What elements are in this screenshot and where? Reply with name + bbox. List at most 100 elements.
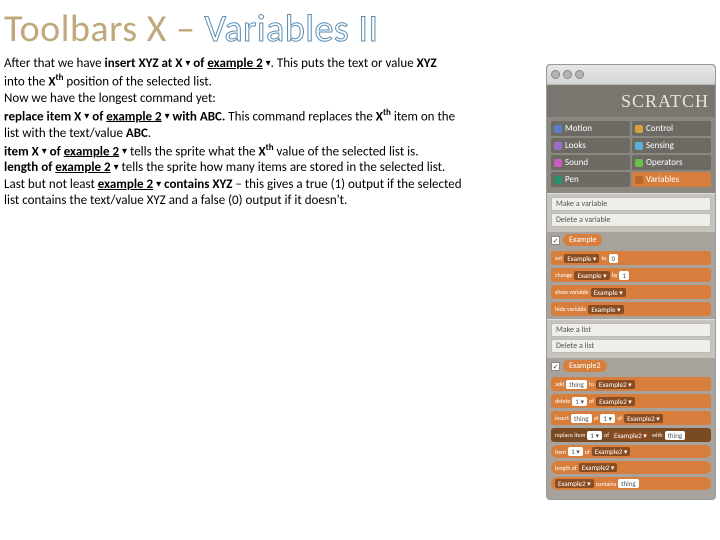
t: example 2 [55,160,110,175]
control-icon [635,125,643,133]
looks-icon [554,142,562,150]
t: example 2 [207,56,262,71]
t: After that we have [4,56,105,71]
t: item on the [391,109,455,124]
block-item[interactable]: item1 ▾ofExample2 ▾ [551,445,711,458]
t: XYZ [417,56,437,71]
block-replace[interactable]: replace item1 ▾ofExample2 ▾withthing [551,428,711,442]
line-1: After that we have insert XYZ at X ▾ of … [4,56,540,72]
title-plain: Toolbars X – [4,6,205,52]
t: of [190,56,207,71]
t: th [266,142,274,153]
block-hide[interactable]: hide variableExample ▾ [551,302,711,316]
window-dot-icon [563,70,572,79]
t: Operators [646,157,683,168]
t: Control [646,123,673,134]
line-3: Now we have the longest command yet: [4,91,540,107]
block-set[interactable]: setExample ▾to0 [551,251,711,265]
t: value of the selected list is. [274,144,419,159]
line-5: list with the text/value ABC. [4,126,540,142]
block-delete[interactable]: delete1 ▾ofExample2 ▾ [551,394,711,408]
t: X [258,144,265,159]
delete-variable-button[interactable]: Delete a variable [551,213,711,227]
t: example 2 [98,177,153,192]
list-blocks: addthingtoExample2 ▾ delete1 ▾ofExample2… [547,374,715,493]
operators-icon [635,159,643,167]
var-checkline: Example [547,232,715,248]
t: into the [4,75,48,90]
dropdown-icon: ▾ [156,178,161,191]
block-contains[interactable]: Example2 ▾containsthing [551,477,711,490]
line-7: length of example 2 ▾ tells the sprite h… [4,160,540,176]
pen-icon [554,176,562,184]
t: replace item X [4,109,84,124]
t: list with the text/value [4,126,126,141]
t: . This puts the text or value [271,56,417,71]
line-6: item X ▾ of example 2 ▾ tells the sprite… [4,142,540,161]
dropdown-icon: ▾ [165,110,170,123]
cat-motion[interactable]: Motion [551,121,630,136]
t: Looks [565,140,586,151]
cat-operators[interactable]: Operators [632,155,711,170]
t: Last but not least [4,177,98,192]
variable-reporter[interactable]: Example [563,234,602,246]
t: length of [4,160,55,175]
block-change[interactable]: changeExample ▾by1 [551,268,711,282]
t: th [383,107,391,118]
cat-looks[interactable]: Looks [551,138,630,153]
brand-bar: SCRATCH [547,85,715,117]
sensing-icon [635,142,643,150]
t: example 2 [106,109,161,124]
var-blocks: setExample ▾to0 changeExample ▾by1 show … [547,248,715,319]
brand-label: SCRATCH [621,91,709,112]
line-8: Last but not least example 2 ▾ contains … [4,177,540,193]
t: insert XYZ at X [105,56,186,71]
cat-pen[interactable]: Pen [551,172,630,187]
t: position of the selected list. [63,75,211,90]
block-add[interactable]: addthingtoExample2 ▾ [551,377,711,391]
scratch-sidebar: SCRATCH Motion Control Looks Sensing Sou… [546,64,716,500]
list-checkline: Example2 [547,358,715,374]
dropdown-icon: ▾ [185,57,190,70]
t: Pen [565,174,579,185]
sound-icon [554,159,562,167]
var-buttons: Make a variable Delete a variable [547,193,715,232]
cat-control[interactable]: Control [632,121,711,136]
dropdown-icon: ▾ [266,57,271,70]
block-insert[interactable]: insertthingat1 ▾ofExample2 ▾ [551,411,711,425]
line-4: replace item X ▾ of example 2 ▾ with ABC… [4,107,540,126]
t: tells the sprite what the [127,144,258,159]
list-buttons: Make a list Delete a list [547,319,715,358]
list-reporter[interactable]: Example2 [563,360,607,372]
block-show[interactable]: show variableExample ▾ [551,285,711,299]
title-outline: Variables II [205,6,379,52]
dropdown-icon: ▾ [122,145,127,158]
dropdown-icon: ▾ [42,145,47,158]
line-2: into the Xth position of the selected li… [4,72,540,91]
cat-sensing[interactable]: Sensing [632,138,711,153]
t: of [47,144,64,159]
t: example 2 [64,144,119,159]
window-header [547,65,715,85]
t: contains XYZ [161,177,232,192]
page-title: Toolbars X – Variables II [0,0,720,56]
t: item X [4,144,42,159]
t: ABC [126,126,148,141]
make-list-button[interactable]: Make a list [551,323,711,337]
cat-variables[interactable]: Variables [632,172,711,187]
window-dot-icon [551,70,560,79]
dropdown-icon: ▾ [114,161,119,174]
t: Variables [646,174,679,185]
t: This command replaces the [225,109,375,124]
t: with ABC. [170,109,226,124]
t: Sound [565,157,588,168]
dropdown-icon: ▾ [84,110,89,123]
category-grid: Motion Control Looks Sensing Sound Opera… [547,117,715,193]
motion-icon [554,125,562,133]
checkbox-icon[interactable] [551,236,560,245]
block-length[interactable]: length ofExample2 ▾ [551,461,711,474]
delete-list-button[interactable]: Delete a list [551,339,711,353]
make-variable-button[interactable]: Make a variable [551,197,711,211]
checkbox-icon[interactable] [551,362,560,371]
cat-sound[interactable]: Sound [551,155,630,170]
